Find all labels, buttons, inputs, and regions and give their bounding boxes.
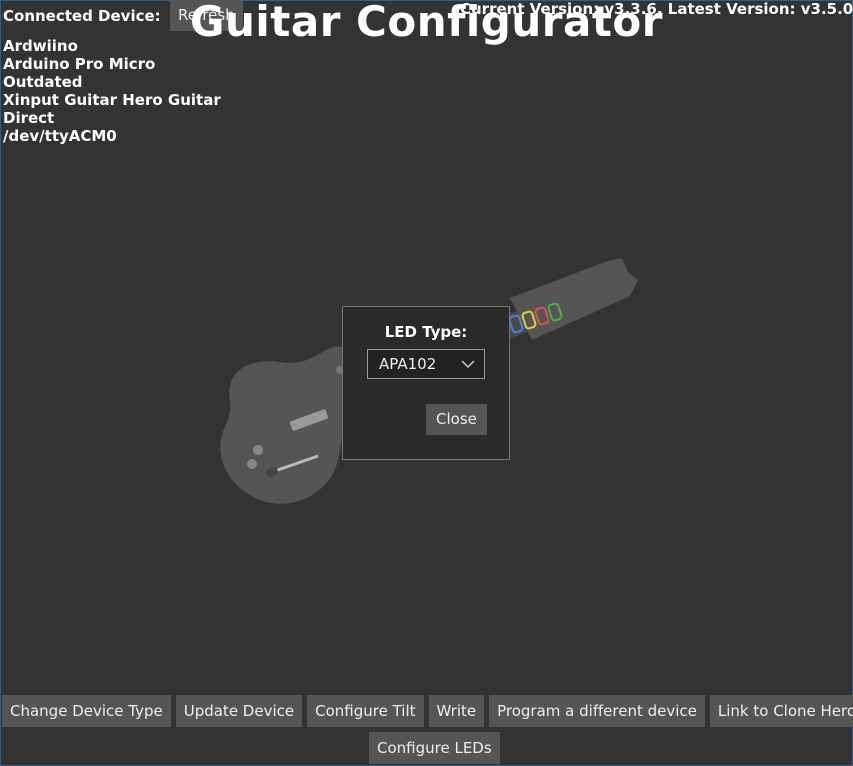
configure-tilt-button[interactable]: Configure Tilt <box>307 695 424 727</box>
version-info: Current Version: v3.3.6, Latest Version:… <box>460 0 853 18</box>
configure-leds-button[interactable]: Configure LEDs <box>369 732 500 764</box>
action-bar-second-row: Configure LEDs <box>369 732 500 764</box>
device-status: Outdated <box>3 73 83 91</box>
action-bar: Change Device Type Update Device Configu… <box>2 695 853 727</box>
update-device-button[interactable]: Update Device <box>175 695 303 727</box>
led-type-label: LED Type: <box>384 323 468 341</box>
device-port: /dev/ttyACM0 <box>3 127 117 145</box>
device-board: Arduino Pro Micro <box>3 55 156 73</box>
device-type: Xinput Guitar Hero Guitar <box>3 91 221 109</box>
led-type-select[interactable]: APA102 <box>367 349 485 379</box>
chevron-down-icon <box>461 352 475 385</box>
close-button[interactable]: Close <box>426 404 487 435</box>
change-device-type-button[interactable]: Change Device Type <box>2 695 171 727</box>
led-type-dialog: LED Type: APA102 Close <box>342 306 510 460</box>
device-info: Ardwiino Arduino Pro Micro Outdated Xinp… <box>3 37 221 145</box>
led-type-selected-value: APA102 <box>379 355 437 373</box>
write-button[interactable]: Write <box>428 695 485 727</box>
device-firmware: Ardwiino <box>3 37 78 55</box>
program-different-device-button[interactable]: Program a different device <box>489 695 705 727</box>
device-input-type: Direct <box>3 109 55 127</box>
link-clone-hero-button[interactable]: Link to Clone Hero <box>709 695 853 727</box>
